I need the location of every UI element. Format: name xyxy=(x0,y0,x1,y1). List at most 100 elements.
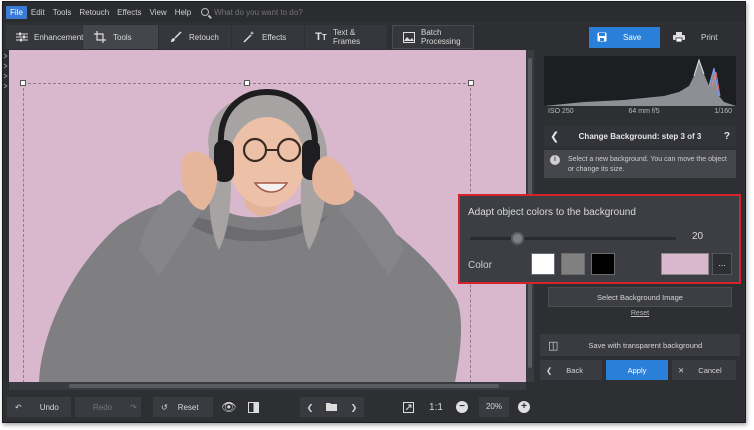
tab-label: Text & Frames xyxy=(332,28,361,46)
undo-label: Undo xyxy=(39,402,59,412)
selected-color-swatch[interactable] xyxy=(661,253,709,275)
chevron-left-icon: ❮ xyxy=(546,365,553,375)
brush-icon xyxy=(169,31,183,43)
tab-retouch[interactable]: Retouch xyxy=(159,25,231,49)
print-button[interactable]: Print xyxy=(665,27,739,48)
menu-view[interactable]: View xyxy=(145,6,170,19)
app-window: File Edit Tools Retouch Effects View Hel… xyxy=(2,1,746,423)
histogram xyxy=(544,56,736,106)
tab-text-frames[interactable]: TT Text & Frames xyxy=(305,25,387,49)
print-label: Print xyxy=(701,33,718,42)
help-icon[interactable]: ? xyxy=(724,131,730,142)
tab-tools[interactable]: Tools xyxy=(83,25,158,49)
fit-to-screen-icon[interactable] xyxy=(400,397,416,417)
tab-label: Retouch xyxy=(189,32,219,42)
shutter-value: 1/160 xyxy=(714,108,732,115)
menu-retouch[interactable]: Retouch xyxy=(75,6,113,19)
tab-label: Effects xyxy=(262,32,287,42)
undo-icon: ↶ xyxy=(15,402,22,412)
reset-link[interactable]: Reset xyxy=(548,310,732,322)
zoom-in-icon[interactable]: + xyxy=(516,397,532,417)
zoom-out-icon[interactable]: − xyxy=(454,397,470,417)
step-navigation: ❮ Back Apply ✕ Cancel xyxy=(540,360,740,380)
adapt-colors-slider[interactable] xyxy=(470,232,676,245)
slider-thumb[interactable] xyxy=(511,232,525,245)
reset-icon: ↺ xyxy=(161,402,168,412)
chevron-left-icon[interactable]: ❮ xyxy=(550,130,559,143)
select-background-image-button[interactable]: Select Background Image xyxy=(548,287,732,307)
slider-value: 20 xyxy=(692,231,704,242)
transparent-save-icon: ◫ xyxy=(548,339,559,352)
crop-handle-top-right[interactable] xyxy=(468,80,474,86)
search-box xyxy=(201,7,375,17)
back-label: Back xyxy=(566,365,583,375)
menu-bar: File Edit Tools Retouch Effects View Hel… xyxy=(3,2,745,22)
color-label: Color xyxy=(468,260,492,271)
crop-frame[interactable] xyxy=(20,80,474,382)
crop-icon xyxy=(93,31,107,43)
image-stack-icon xyxy=(403,31,415,43)
undo-button[interactable]: ↶ Undo xyxy=(7,397,71,417)
folder-icon[interactable] xyxy=(326,402,338,413)
more-colors-button[interactable]: ... xyxy=(712,253,732,275)
menu-file[interactable]: File xyxy=(6,5,27,19)
save-transparent-label: Save with transparent background xyxy=(588,340,703,350)
reset-label: Reset xyxy=(177,402,199,412)
histogram-graph xyxy=(544,58,736,106)
swatch-gray[interactable] xyxy=(561,253,585,275)
batch-processing-button[interactable]: Batch Processing xyxy=(392,25,474,49)
step-title: Change Background: step 3 of 3 xyxy=(578,131,702,141)
close-icon: ✕ xyxy=(678,365,685,375)
apply-button[interactable]: Apply xyxy=(606,360,668,380)
printer-icon xyxy=(673,31,685,44)
save-label: Save xyxy=(623,33,642,42)
chevron-right-icon[interactable]: ❯ xyxy=(351,403,358,412)
main-toolbar: Enhancement Tools Retouch Effects TT Tex… xyxy=(3,24,745,50)
swatch-white[interactable] xyxy=(531,253,555,275)
zoom-field[interactable]: 20% xyxy=(479,397,509,417)
horizontal-scroll-thumb[interactable] xyxy=(69,384,499,388)
redo-label: Redo xyxy=(93,402,113,412)
swatch-black[interactable] xyxy=(591,253,615,275)
info-text: Select a new background. You can move th… xyxy=(568,156,727,173)
info-box: i Select a new background. You can move … xyxy=(544,150,736,178)
search-input[interactable] xyxy=(214,7,375,17)
eye-icon[interactable]: 👁 xyxy=(220,397,238,417)
horizontal-scrollbar[interactable] xyxy=(9,382,526,390)
magic-wand-icon xyxy=(242,31,256,43)
iso-value: ISO 250 xyxy=(548,108,574,115)
lens-value: 64 mm f/5 xyxy=(628,108,660,115)
back-button[interactable]: ❮ Back xyxy=(540,360,602,380)
redo-button[interactable]: Redo ↷ xyxy=(75,397,141,417)
cancel-button[interactable]: ✕ Cancel xyxy=(672,360,736,380)
menu-help[interactable]: Help xyxy=(171,6,195,19)
tab-enhancement[interactable]: Enhancement xyxy=(6,25,84,49)
tab-label: Enhancement xyxy=(34,32,84,42)
adapt-colors-panel: Adapt object colors to the background 20… xyxy=(458,194,741,284)
redo-icon: ↷ xyxy=(130,402,137,412)
sliders-icon xyxy=(16,31,28,43)
batch-label: Batch Processing xyxy=(421,28,461,46)
chevron-left-icon[interactable]: ❮ xyxy=(307,403,314,412)
navigation-group: ❮ ❯ xyxy=(300,397,364,417)
menu-edit[interactable]: Edit xyxy=(27,6,49,19)
floppy-disk-icon xyxy=(597,32,607,44)
reset-button[interactable]: ↺ Reset xyxy=(153,397,213,417)
text-icon: TT xyxy=(315,31,327,43)
cancel-label: Cancel xyxy=(698,365,722,375)
actual-size-button[interactable]: 1:1 xyxy=(426,397,446,417)
exif-info: ISO 250 64 mm f/5 1/160 xyxy=(544,108,736,120)
crop-handle-top-middle[interactable] xyxy=(244,80,250,86)
crop-handle-top-left[interactable] xyxy=(20,80,26,86)
save-transparent-button[interactable]: ◫ Save with transparent background xyxy=(540,334,740,356)
menu-effects[interactable]: Effects xyxy=(113,6,145,19)
info-icon: i xyxy=(550,155,560,165)
menu-tools[interactable]: Tools xyxy=(49,6,76,19)
save-button[interactable]: Save xyxy=(589,27,660,48)
photo-canvas[interactable] xyxy=(9,50,526,382)
bottom-bar: ↶ Undo Redo ↷ ↺ Reset 👁 ❮ ❯ 1:1 − 20% + xyxy=(3,392,745,422)
adapt-colors-title: Adapt object colors to the background xyxy=(468,207,636,218)
compare-icon[interactable] xyxy=(245,397,261,417)
tab-effects[interactable]: Effects xyxy=(232,25,304,49)
tab-label: Tools xyxy=(113,32,132,42)
